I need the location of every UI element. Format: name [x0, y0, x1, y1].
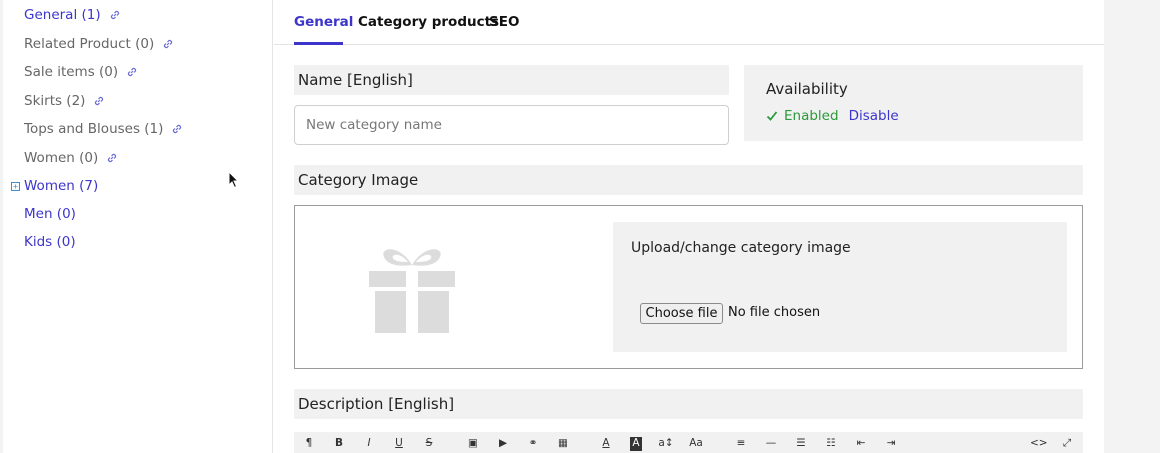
- image-icon[interactable]: ▣: [466, 437, 480, 451]
- upload-title: Upload/change category image: [631, 240, 851, 256]
- image-section-heading: Category Image: [294, 165, 1083, 195]
- category-name-input[interactable]: [294, 105, 729, 145]
- description-heading-text: Description [English]: [298, 395, 455, 413]
- name-heading-text: Name [English]: [298, 71, 413, 89]
- tab-bar: General Category products SEO: [274, 0, 1104, 45]
- bullet-list-icon[interactable]: ☰: [794, 437, 808, 451]
- tree-item-skirts[interactable]: Skirts (2): [24, 93, 105, 109]
- tree-item-men[interactable]: Men (0): [24, 206, 76, 222]
- italic-icon[interactable]: I: [363, 437, 375, 451]
- table-icon[interactable]: ▦: [556, 437, 570, 451]
- name-section-heading: Name [English]: [294, 65, 729, 95]
- tree-item-kids[interactable]: Kids (0): [24, 234, 76, 250]
- expand-women-icon[interactable]: +: [11, 182, 20, 191]
- upload-panel: Upload/change category image Choose file…: [613, 222, 1067, 352]
- underline-icon[interactable]: U: [393, 437, 405, 451]
- font-size-icon[interactable]: a↕: [658, 437, 674, 451]
- check-icon: [766, 111, 778, 121]
- image-heading-text: Category Image: [298, 171, 419, 189]
- tab-seo[interactable]: SEO: [489, 14, 519, 30]
- disable-link[interactable]: Disable: [849, 108, 899, 124]
- tree-item-women-sub[interactable]: Women (0): [24, 150, 118, 166]
- mouse-cursor-icon: [228, 171, 240, 189]
- left-edge: [0, 0, 3, 453]
- gift-icon: [369, 249, 455, 333]
- link-icon[interactable]: [109, 9, 121, 21]
- category-tree-panel: General (1) Related Product (0) Sale ite…: [0, 0, 273, 453]
- editor-toolbar: ¶ B I U S ▣ ▶ ⚭ ▦ A A a↕ Aa ≡ — ☰ ☷ ⇤ ⇥ …: [294, 432, 1083, 453]
- tab-category-products[interactable]: Category products: [358, 14, 499, 30]
- link-icon[interactable]: [106, 152, 118, 164]
- numbered-list-icon[interactable]: ☷: [824, 437, 838, 451]
- enabled-status: Enabled: [784, 108, 839, 124]
- tree-item-label[interactable]: Related Product (0): [24, 36, 154, 52]
- link-icon[interactable]: [126, 66, 138, 78]
- tree-item-label[interactable]: Kids (0): [24, 234, 76, 250]
- choose-file-button[interactable]: Choose file: [640, 303, 723, 324]
- format-icon[interactable]: Aa: [688, 437, 704, 451]
- bold-icon[interactable]: B: [333, 437, 345, 451]
- right-gutter: [1104, 0, 1160, 453]
- category-edit-form: General Category products SEO Name [Engl…: [274, 0, 1104, 453]
- video-icon[interactable]: ▶: [496, 437, 510, 451]
- tree-item-label[interactable]: Women (0): [24, 150, 98, 166]
- link-icon[interactable]: [93, 95, 105, 107]
- fullscreen-icon[interactable]: ⤢: [1060, 437, 1074, 451]
- tree-item-women[interactable]: Women (7): [24, 178, 98, 194]
- outdent-icon[interactable]: ⇤: [854, 437, 868, 451]
- availability-status: Enabled Disable: [766, 108, 899, 124]
- font-color-icon[interactable]: A: [600, 437, 612, 451]
- availability-title: Availability: [766, 80, 848, 98]
- tab-general[interactable]: General: [294, 14, 353, 30]
- tree-item-label[interactable]: Men (0): [24, 206, 76, 222]
- tree-item-tops-and-blouses[interactable]: Tops and Blouses (1): [24, 121, 183, 137]
- description-section-heading: Description [English]: [294, 389, 1083, 419]
- tree-item-label[interactable]: Sale items (0): [24, 64, 118, 80]
- code-view-icon[interactable]: <>: [1030, 437, 1048, 451]
- strikethrough-icon[interactable]: S: [423, 437, 435, 451]
- link-icon[interactable]: [162, 38, 174, 50]
- tree-item-label[interactable]: Women (7): [24, 178, 98, 194]
- align-icon[interactable]: ≡: [734, 437, 748, 451]
- availability-panel: Availability Enabled Disable: [744, 65, 1083, 141]
- active-tab-indicator: [294, 42, 343, 45]
- link-icon[interactable]: [171, 123, 183, 135]
- tree-item-general[interactable]: General (1): [24, 7, 121, 23]
- file-status-text: No file chosen: [728, 305, 821, 320]
- paragraph-icon[interactable]: ¶: [303, 437, 315, 451]
- tree-item-label[interactable]: Tops and Blouses (1): [24, 121, 163, 137]
- tree-item-label[interactable]: Skirts (2): [24, 93, 85, 109]
- indent-icon[interactable]: ⇥: [884, 437, 898, 451]
- tree-item-label[interactable]: General (1): [24, 7, 101, 23]
- tree-item-related-product[interactable]: Related Product (0): [24, 36, 174, 52]
- highlight-icon[interactable]: A: [630, 437, 642, 451]
- category-image-box: Upload/change category image Choose file…: [294, 205, 1083, 369]
- horizontal-rule-icon[interactable]: —: [764, 437, 778, 451]
- tree-item-sale-items[interactable]: Sale items (0): [24, 64, 138, 80]
- link-icon[interactable]: ⚭: [526, 437, 540, 451]
